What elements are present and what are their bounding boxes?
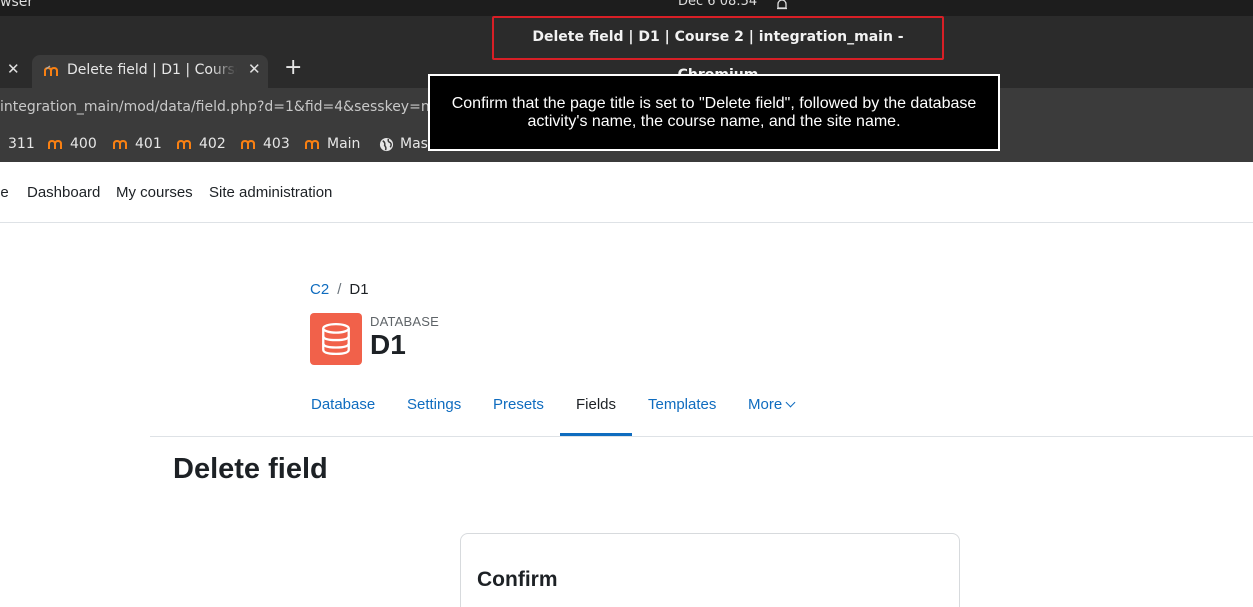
url-field[interactable]: integration_main/mod/data/field.php?d=1&…: [0, 99, 498, 115]
bookmark-label: Main: [327, 136, 361, 152]
moodle-icon: [48, 139, 62, 149]
bookmark-label: 311: [8, 136, 35, 152]
window-title: Delete field | D1 | Course 2 | integrati…: [492, 16, 944, 83]
tab-active[interactable]: Delete field | D1 | Course 2 | integrati…: [32, 55, 268, 88]
secondary-navigation: Database Settings Presets Fields Templat…: [150, 380, 1253, 437]
bookmark-401[interactable]: 401: [113, 135, 162, 153]
tab-more[interactable]: More: [748, 396, 796, 413]
moodle-icon: [44, 65, 58, 76]
system-top-bar: wser Dec 6 08:54: [0, 0, 1253, 16]
bookmark-label: 402: [199, 136, 226, 152]
bookmark-mas[interactable]: Mas: [379, 135, 428, 153]
nav-item-dashboard[interactable]: Dashboard: [27, 184, 100, 201]
active-tab-indicator: [560, 433, 632, 436]
previous-tab-close-icon[interactable]: ✕: [7, 60, 20, 78]
bookmark-402[interactable]: 402: [177, 135, 226, 153]
activity-name: D1: [370, 329, 406, 360]
breadcrumb-course-link[interactable]: C2: [310, 281, 329, 298]
bookmark-label: 403: [263, 136, 290, 152]
instruction-tooltip: Confirm that the page title is set to "D…: [428, 74, 1000, 151]
bookmark-label: Mas: [400, 136, 428, 152]
tab-label: Delete field | D1 | Course 2 | integrati…: [67, 62, 237, 78]
bell-icon: [777, 0, 787, 10]
tab-presets[interactable]: Presets: [493, 396, 544, 413]
moodle-icon: [177, 139, 191, 149]
primary-navigation: ne Dashboard My courses Site administrat…: [0, 162, 1253, 223]
moodle-icon: [305, 139, 319, 149]
bookmark-400[interactable]: 400: [48, 135, 97, 153]
moodle-icon: [113, 139, 127, 149]
clock[interactable]: Dec 6 08:54: [678, 0, 757, 9]
moodle-icon: [241, 139, 255, 149]
app-menu-label[interactable]: wser: [0, 0, 33, 10]
activity-type-label: DATABASE: [370, 314, 440, 329]
tab-database[interactable]: Database: [311, 396, 375, 413]
breadcrumb-current: D1: [349, 281, 369, 298]
bookmark-label: 401: [135, 136, 162, 152]
window-title-bar: Delete field | D1 | Course 2 | integrati…: [0, 16, 1253, 83]
tab-close-icon[interactable]: ✕: [248, 60, 261, 78]
confirm-dialog: Confirm: [460, 533, 960, 607]
breadcrumb-separator: /: [337, 281, 342, 298]
nav-item-my-courses[interactable]: My courses: [116, 184, 193, 201]
bookmark-label: 400: [70, 136, 97, 152]
bookmark-403[interactable]: 403: [241, 135, 290, 153]
confirm-title: Confirm: [477, 568, 558, 591]
page-title: Delete field: [173, 453, 328, 485]
bookmark-main[interactable]: Main: [305, 135, 360, 153]
database-icon: [310, 313, 362, 365]
bookmark-311[interactable]: 311: [8, 135, 35, 153]
nav-item-site-administration[interactable]: Site administration: [209, 184, 332, 201]
tab-templates[interactable]: Templates: [648, 396, 716, 413]
nav-item-home[interactable]: ne: [0, 184, 9, 201]
tab-more-label: More: [748, 396, 783, 413]
globe-icon: [379, 137, 394, 151]
breadcrumb: C2 / D1: [310, 281, 369, 298]
tab-fields[interactable]: Fields: [576, 396, 616, 413]
tab-settings[interactable]: Settings: [407, 396, 461, 413]
new-tab-button[interactable]: +: [284, 55, 302, 80]
chevron-down-icon: [785, 397, 796, 408]
